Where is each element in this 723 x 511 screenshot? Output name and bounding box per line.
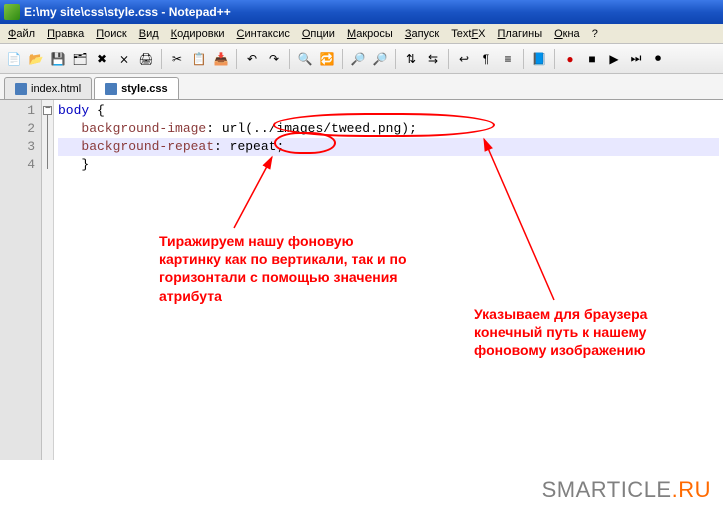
fold-margin [42,100,54,460]
line-number: 2 [0,120,41,138]
zoom-in-icon[interactable]: 🔎 [348,49,368,69]
menu-?[interactable]: ? [586,26,604,42]
tab-index-html[interactable]: index.html [4,77,92,99]
macro-record-icon[interactable]: ● [560,49,580,69]
tab-label: index.html [31,83,81,95]
macro-stop-icon[interactable]: ■ [582,49,602,69]
save-icon[interactable]: 💾 [48,49,68,69]
code-line: background-image: url(../images/tweed.pn… [58,120,719,138]
menu-макросы[interactable]: Макросы [341,26,399,42]
watermark: SMARTICLE.RU [542,477,711,503]
indent-guide-icon[interactable]: ≡ [498,49,518,69]
sync-v-icon[interactable]: ⇅ [401,49,421,69]
menu-окна[interactable]: Окна [548,26,586,42]
close-all-icon[interactable]: ⨯ [114,49,134,69]
undo-icon[interactable]: ↶ [242,49,262,69]
menubar: ФайлПравкаПоискВидКодировкиСинтаксисОпци… [0,24,723,44]
menu-поиск[interactable]: Поиск [90,26,132,42]
code-line: body { [58,102,719,120]
code-content[interactable]: body { background-image: url(../images/t… [54,100,723,460]
copy-icon[interactable]: 📋 [189,49,209,69]
tab-style-css[interactable]: style.css [94,77,178,99]
line-number: 3 [0,138,41,156]
macro-run-multi-icon[interactable]: ⏭ [626,49,646,69]
cut-icon[interactable]: ✂ [167,49,187,69]
file-icon [15,83,27,95]
menu-файл[interactable]: Файл [2,26,41,42]
save-all-icon[interactable]: 🗂 [70,49,90,69]
line-number: 1 [0,102,41,120]
menu-плагины[interactable]: Плагины [492,26,549,42]
menu-кодировки[interactable]: Кодировки [165,26,231,42]
lang-icon[interactable]: 📘 [529,49,549,69]
open-file-icon[interactable]: 📂 [26,49,46,69]
menu-правка[interactable]: Правка [41,26,90,42]
menu-запуск[interactable]: Запуск [399,26,445,42]
menu-textfx[interactable]: TextFX [445,26,491,42]
close-icon[interactable]: ✖ [92,49,112,69]
find-icon[interactable]: 🔍 [295,49,315,69]
redo-icon[interactable]: ↷ [264,49,284,69]
watermark-main: SMARTICLE [542,477,672,502]
new-file-icon[interactable]: 📄 [4,49,24,69]
watermark-suffix: .RU [672,477,711,502]
file-icon [105,83,117,95]
toolbar: 📄📂💾🗂✖⨯🖨 ✂📋📥 ↶↷ 🔍🔁 🔎🔎 ⇅⇆ ↩¶≡ 📘 ●■▶⏭⏺ [0,44,723,74]
titlebar: E:\my site\css\style.css - Notepad++ [0,0,723,24]
replace-icon[interactable]: 🔁 [317,49,337,69]
menu-синтаксис[interactable]: Синтаксис [231,26,296,42]
annotation-text-url: Указываем для браузера конечный путь к н… [474,305,704,360]
showall-icon[interactable]: ¶ [476,49,496,69]
wordwrap-icon[interactable]: ↩ [454,49,474,69]
annotation-text-repeat: Тиражируем нашу фоновую картинку как по … [159,232,419,305]
macro-play-icon[interactable]: ▶ [604,49,624,69]
code-line: background-repeat: repeat; [58,138,719,156]
tab-label: style.css [121,83,167,95]
menu-вид[interactable]: Вид [133,26,165,42]
fold-toggle-icon[interactable] [43,106,52,115]
zoom-out-icon[interactable]: 🔎 [370,49,390,69]
line-number-gutter: 1234 [0,100,42,460]
line-number: 4 [0,156,41,174]
macro-save-icon[interactable]: ⏺ [648,49,668,69]
app-icon [4,4,20,20]
sync-h-icon[interactable]: ⇆ [423,49,443,69]
print-icon[interactable]: 🖨 [136,49,156,69]
tab-bar: index.html style.css [0,74,723,100]
menu-опции[interactable]: Опции [296,26,341,42]
window-title: E:\my site\css\style.css - Notepad++ [24,5,231,19]
code-line: } [58,156,719,174]
editor-area: 1234 body { background-image: url(../ima… [0,100,723,460]
paste-icon[interactable]: 📥 [211,49,231,69]
